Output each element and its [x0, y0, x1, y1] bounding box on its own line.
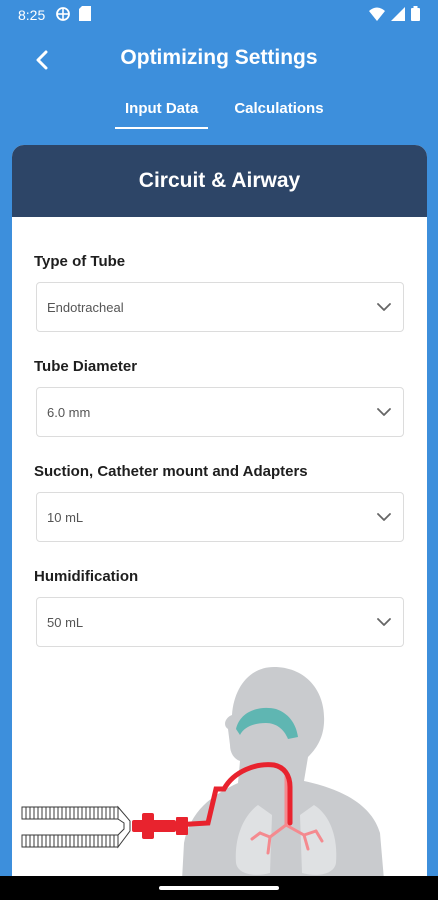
battery-icon	[411, 6, 420, 24]
page-title: Optimizing Settings	[120, 46, 318, 69]
tab-bar: Input Data Calculations	[115, 98, 334, 129]
system-navigation-bar	[0, 876, 438, 900]
suction-catheter-value: 10 mL	[47, 509, 84, 525]
tab-input-data[interactable]: Input Data	[115, 98, 209, 129]
y-piece-connector	[117, 805, 131, 849]
suction-catheter-select[interactable]: 10 mL	[36, 492, 404, 542]
chevron-down-icon	[375, 613, 393, 631]
app-header: Optimizing Settings Input Data Calculati…	[0, 30, 438, 130]
home-indicator[interactable]	[159, 886, 279, 890]
humidification-label: Humidification	[34, 568, 139, 585]
status-time: 8:25	[18, 7, 46, 23]
signal-icon	[391, 6, 405, 24]
chevron-down-icon	[375, 403, 393, 421]
chevron-down-icon	[375, 508, 393, 526]
humidification-select[interactable]: 50 mL	[36, 597, 404, 647]
patient-silhouette	[182, 667, 384, 880]
tube-diameter-value: 6.0 mm	[47, 404, 91, 420]
type-of-tube-select[interactable]: Endotracheal	[36, 282, 404, 332]
card-title: Circuit & Airway	[12, 145, 427, 217]
humidification-value: 50 mL	[47, 614, 84, 630]
airway-circuit-illustration	[21, 667, 384, 880]
wifi-icon	[369, 7, 385, 24]
tube-connector	[132, 813, 188, 839]
type-of-tube-label: Type of Tube	[34, 253, 126, 270]
suction-catheter-label: Suction, Catheter mount and Adapters	[34, 463, 308, 480]
sim-card-icon	[79, 6, 92, 24]
vpn-icon	[55, 6, 71, 25]
tab-calculations[interactable]: Calculations	[224, 98, 333, 129]
tube-diameter-select[interactable]: 6.0 mm	[36, 387, 404, 437]
status-bar: 8:25	[0, 0, 438, 30]
type-of-tube-value: Endotracheal	[47, 299, 124, 315]
circuit-airway-card: Circuit & Airway Type of Tube Endotrache…	[12, 145, 427, 880]
tube-diameter-label: Tube Diameter	[34, 358, 138, 375]
chevron-down-icon	[375, 298, 393, 316]
